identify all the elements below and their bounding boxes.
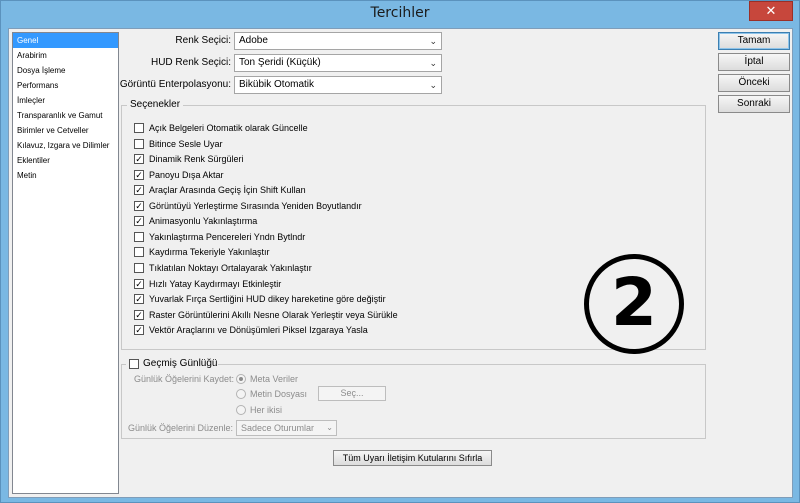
choose-file-button[interactable]: Seç... xyxy=(318,386,386,401)
option-label: Raster Görüntülerini Akıllı Nesne Olarak… xyxy=(149,310,398,320)
radio-button[interactable] xyxy=(236,374,246,384)
history-log-title: Geçmiş Günlüğü xyxy=(143,358,218,369)
option-label: Hızlı Yatay Kaydırmayı Etkinleştir xyxy=(149,279,282,289)
checkbox[interactable] xyxy=(134,123,144,133)
hud-color-picker-label: HUD Renk Seçici: xyxy=(150,57,231,68)
chevron-down-icon: ⌄ xyxy=(429,80,437,90)
title-bar: Tercihler ✕ xyxy=(1,1,799,27)
checkbox[interactable] xyxy=(134,232,144,242)
option-label: Bitince Sesle Uyar xyxy=(149,139,223,149)
check-icon[interactable]: ✓ xyxy=(134,310,144,320)
option-label: Araçlar Arasında Geçiş İçin Shift Kullan xyxy=(149,185,306,195)
cancel-button[interactable]: İptal xyxy=(718,53,790,71)
edit-log-items-select[interactable]: Sadece Oturumlar ⌄ xyxy=(236,420,337,436)
option-label: Panoyu Dışa Aktar xyxy=(149,170,224,180)
option-label: Vektör Araçlarını ve Dönüşümleri Piksel … xyxy=(149,325,368,335)
option-label: Yakınlaştırma Pencereleri Yndn Bytlndr xyxy=(149,232,306,242)
next-button[interactable]: Sonraki xyxy=(718,95,790,113)
checkbox[interactable] xyxy=(134,139,144,149)
option-label: Dinamik Renk Sürgüleri xyxy=(149,154,244,164)
nav-item-interface[interactable]: Arabirim xyxy=(13,48,118,63)
check-icon[interactable]: ✓ xyxy=(134,216,144,226)
preferences-window: Tercihler ✕ Genel Arabirim Dosya İşleme … xyxy=(0,0,800,503)
hud-color-picker-value: Ton Şeridi (Küçük) xyxy=(239,57,321,68)
nav-item-units-rulers[interactable]: Birimler ve Cetveller xyxy=(13,123,118,138)
check-icon[interactable]: ✓ xyxy=(134,325,144,335)
hud-color-picker-select[interactable]: Ton Şeridi (Küçük) ⌄ xyxy=(234,54,442,72)
options-group-title: Seçenekler xyxy=(127,99,184,110)
history-log-toggle[interactable]: Geçmiş Günlüğü xyxy=(126,357,218,371)
chevron-down-icon: ⌄ xyxy=(326,423,333,432)
dialog-body: Genel Arabirim Dosya İşleme Performans İ… xyxy=(8,28,793,498)
option-label: Tıklatılan Noktayı Ortalayarak Yakınlaşt… xyxy=(149,263,312,273)
nav-item-type[interactable]: Metin xyxy=(13,168,118,183)
interpolation-value: Bikübik Otomatik xyxy=(239,79,315,90)
chevron-down-icon: ⌄ xyxy=(429,36,437,46)
radio-button[interactable] xyxy=(236,389,246,399)
nav-item-plugins[interactable]: Eklentiler xyxy=(13,153,118,168)
nav-item-transparency-gamut[interactable]: Transparanlık ve Gamut xyxy=(13,108,118,123)
prev-button[interactable]: Önceki xyxy=(718,74,790,92)
option-label: Kaydırma Tekeriyle Yakınlaştır xyxy=(149,247,270,257)
check-icon[interactable]: ✓ xyxy=(134,201,144,211)
check-icon[interactable]: ✓ xyxy=(134,294,144,304)
ok-button[interactable]: Tamam xyxy=(718,32,790,50)
radio-label: Her ikisi xyxy=(250,405,283,415)
category-list: Genel Arabirim Dosya İşleme Performans İ… xyxy=(12,32,119,494)
option-label: Animasyonlu Yakınlaştırma xyxy=(149,216,258,226)
check-icon[interactable]: ✓ xyxy=(134,154,144,164)
option-label: Açık Belgeleri Otomatik olarak Güncelle xyxy=(149,123,308,133)
radio-label: Metin Dosyası xyxy=(250,389,308,399)
chevron-down-icon: ⌄ xyxy=(429,58,437,68)
checkbox[interactable] xyxy=(134,247,144,257)
check-icon[interactable]: ✓ xyxy=(134,170,144,180)
radio-label: Meta Veriler xyxy=(250,374,299,384)
interpolation-select[interactable]: Bikübik Otomatik ⌄ xyxy=(234,76,442,94)
color-picker-select[interactable]: Adobe ⌄ xyxy=(234,32,442,50)
nav-item-general[interactable]: Genel xyxy=(13,33,118,48)
interpolation-label: Görüntü Enterpolasyonu: xyxy=(119,79,231,90)
nav-item-file-handling[interactable]: Dosya İşleme xyxy=(13,63,118,78)
option-label: Görüntüyü Yerleştirme Sırasında Yeniden … xyxy=(149,201,362,211)
reset-warnings-button[interactable]: Tüm Uyarı İletişim Kutularını Sıfırla xyxy=(333,450,492,466)
radio-button[interactable] xyxy=(236,405,246,415)
option-label: Yuvarlak Fırça Sertliğini HUD dikey hare… xyxy=(149,294,386,304)
check-icon[interactable]: ✓ xyxy=(134,279,144,289)
checkbox[interactable] xyxy=(134,263,144,273)
window-title: Tercihler xyxy=(370,5,430,21)
save-log-items-label: Günlük Öğelerini Kaydet: xyxy=(133,374,234,384)
checkbox[interactable] xyxy=(129,359,139,369)
color-picker-label: Renk Seçici: xyxy=(175,35,231,46)
nav-item-guides-grid-slices[interactable]: Kılavuz, Izgara ve Dilimler xyxy=(13,138,118,153)
color-picker-value: Adobe xyxy=(239,35,268,46)
step-number-badge: 2 xyxy=(584,254,684,354)
check-icon[interactable]: ✓ xyxy=(134,185,144,195)
close-button[interactable]: ✕ xyxy=(749,1,793,21)
edit-log-items-label: Günlük Öğelerini Düzenle: xyxy=(127,423,233,433)
edit-log-items-value: Sadece Oturumlar xyxy=(241,423,315,433)
nav-item-performance[interactable]: Performans xyxy=(13,78,118,93)
nav-item-cursors[interactable]: İmleçler xyxy=(13,93,118,108)
